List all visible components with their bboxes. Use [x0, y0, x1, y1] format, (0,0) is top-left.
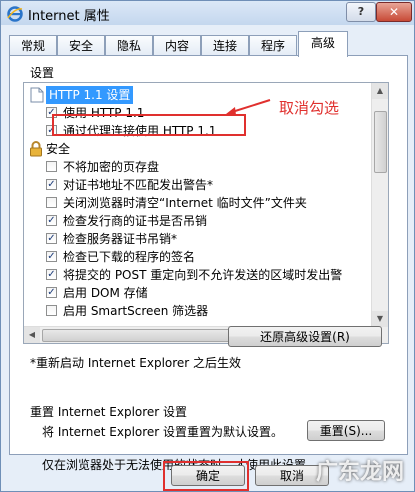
tab-programs[interactable]: 程序: [249, 35, 297, 56]
tab-strip: 常规 安全 隐私 内容 连接 程序 高级: [9, 31, 409, 57]
highlight-box: [163, 461, 249, 491]
checkbox-label: 检查已下载的程序的签名: [63, 250, 196, 264]
close-button[interactable]: ✕: [376, 2, 412, 22]
settings-group-label: 设置: [30, 66, 55, 80]
checkbox-label: 启用 SmartScreen 筛选器: [63, 304, 209, 318]
checkbox-label: 启用 DOM 存储: [63, 286, 148, 300]
http-settings-category: HTTP 1.1 设置: [46, 86, 134, 104]
annotation-text: 取消勾选: [279, 99, 340, 117]
window-title: Internet 属性: [28, 9, 110, 24]
arrow-icon: [226, 99, 271, 115]
empty-temp-files-checkbox[interactable]: [46, 197, 57, 208]
checkbox-label: 将提交的 POST 重定向到不允许发送的区域时发出警: [63, 268, 343, 282]
checkbox-label: 关闭浏览器时清空“Internet 临时文件”文件夹: [63, 196, 307, 210]
server-revocation-checkbox[interactable]: [46, 233, 57, 244]
smartscreen-checkbox[interactable]: [46, 305, 57, 316]
checkbox-label: 对证书地址不匹配发出警告*: [63, 178, 214, 192]
document-icon: [30, 87, 44, 103]
internet-options-window: Internet 属性 ? ✕ 常规 安全 隐私 内容 连接 程序 高级 设置 …: [0, 0, 415, 492]
tab-general[interactable]: 常规: [9, 35, 57, 56]
title-bar[interactable]: Internet 属性 ? ✕: [1, 1, 414, 25]
scroll-left-icon[interactable]: ◀: [24, 327, 40, 343]
tab-privacy[interactable]: 隐私: [105, 35, 153, 56]
scroll-down-icon[interactable]: ▼: [372, 311, 388, 327]
checkbox-label: 检查发行商的证书是否吊销: [63, 214, 208, 228]
publisher-revocation-checkbox[interactable]: [46, 215, 57, 226]
lock-icon: [30, 141, 42, 157]
internet-explorer-icon: [7, 6, 23, 22]
post-redirect-checkbox[interactable]: [46, 269, 57, 280]
tab-content[interactable]: 内容: [153, 35, 201, 56]
help-button[interactable]: ?: [346, 2, 376, 22]
restart-note: *重新启动 Internet Explorer 之后生效: [30, 356, 242, 370]
restore-advanced-button[interactable]: 还原高级设置(R): [228, 326, 382, 347]
no-save-encrypted-checkbox[interactable]: [46, 161, 57, 172]
reset-heading: 重置 Internet Explorer 设置: [30, 405, 188, 419]
vertical-scrollbar[interactable]: ▲ ▼: [371, 83, 388, 327]
tab-advanced[interactable]: 高级: [298, 31, 348, 57]
reset-button[interactable]: 重置(S)...: [307, 420, 385, 441]
checkbox-label: 不将加密的页存盘: [63, 160, 160, 174]
dom-storage-checkbox[interactable]: [46, 287, 57, 298]
security-category: 安全: [46, 142, 71, 156]
scroll-thumb[interactable]: [374, 111, 387, 173]
scroll-up-icon[interactable]: ▲: [372, 83, 388, 99]
signature-check-checkbox[interactable]: [46, 251, 57, 262]
cert-mismatch-checkbox[interactable]: [46, 179, 57, 190]
highlight-box: [52, 114, 246, 136]
tab-security[interactable]: 安全: [57, 35, 105, 56]
reset-description: 将 Internet Explorer 设置重置为默认设置。: [42, 425, 284, 439]
checkbox-label: 检查服务器证书吊销*: [63, 232, 178, 246]
tab-connections[interactable]: 连接: [201, 35, 249, 56]
watermark: 广东龙网: [315, 460, 404, 485]
